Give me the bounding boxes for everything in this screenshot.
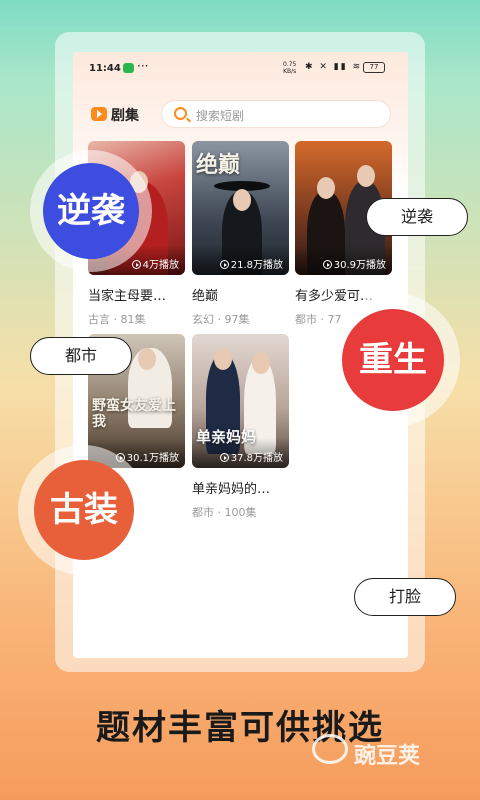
play-count-value: 4万播放: [142, 260, 179, 271]
watermark-logo-icon: [312, 734, 348, 764]
drama-genre: 都市: [295, 313, 317, 326]
battery-icon: 77: [363, 62, 385, 73]
play-icon: [131, 260, 141, 269]
search-placeholder: 搜索短剧: [196, 109, 245, 123]
play-icon: [322, 260, 332, 269]
play-count: 30.9万播放: [322, 256, 386, 271]
search-bar[interactable]: 搜索短剧: [161, 100, 391, 128]
play-count: 21.8万播放: [219, 256, 283, 271]
drama-meta: 古言 · 81集: [88, 313, 146, 326]
status-icons: ✱ ✕ ▮▮ ≋: [305, 62, 363, 72]
play-count: 37.8万播放: [219, 449, 283, 464]
network-speed-value: 0.75: [283, 61, 297, 68]
poster-face: [252, 352, 270, 374]
page: { "status": { "time": "11:44", "dots": "…: [0, 0, 480, 800]
genre-bubble-nixi[interactable]: 逆袭: [43, 163, 139, 259]
chat-icon: [123, 63, 134, 73]
drama-genre: 都市: [192, 506, 214, 519]
more-dots: ···: [137, 59, 149, 73]
drama-genre: 玄幻: [192, 313, 214, 326]
drama-meta: 都市 · 100集: [192, 506, 257, 519]
play-count: 4万播放: [131, 256, 179, 271]
genre-pill-dalian[interactable]: 打脸: [354, 578, 456, 616]
drama-card[interactable]: 绝巅 21.8万播放 绝巅 玄幻 · 97集: [192, 141, 289, 327]
drama-title: 当家主母要…: [88, 289, 167, 304]
poster-face: [357, 165, 375, 187]
search-icon: [174, 107, 187, 120]
poster-face: [214, 348, 232, 370]
genre-pill-nixi[interactable]: 逆袭: [366, 198, 468, 236]
drama-poster[interactable]: 单亲妈妈 37.8万播放: [192, 334, 289, 468]
genre-bubble-guzhuang[interactable]: 古装: [34, 460, 134, 560]
status-time: 11:44: [89, 63, 121, 74]
status-bar: 11:44 ··· 0.75 KB/s ✱ ✕ ▮▮ ≋ 77: [73, 52, 408, 86]
drama-poster[interactable]: 绝巅 21.8万播放: [192, 141, 289, 275]
poster-face: [317, 177, 335, 199]
network-speed: 0.75 KB/s: [283, 61, 296, 75]
play-count-value: 37.8万播放: [230, 453, 283, 464]
tv-icon: [91, 107, 107, 121]
play-count-value: 30.9万播放: [333, 260, 386, 271]
poster-face: [233, 189, 251, 211]
poster-title: 野蛮女友爱上我: [92, 398, 176, 430]
drama-title: 绝巅: [192, 289, 219, 304]
network-speed-unit: KB/s: [283, 68, 297, 75]
poster-title: 绝巅: [196, 152, 241, 178]
play-icon: [219, 453, 229, 462]
watermark: 豌豆荚: [312, 730, 472, 770]
play-icon: [219, 260, 229, 269]
drama-episodes: 81集: [120, 313, 146, 326]
genre-bubble-chongsheng[interactable]: 重生: [342, 309, 444, 411]
watermark-text: 豌豆荚: [354, 744, 421, 769]
drama-episodes: 97集: [224, 313, 250, 326]
drama-card[interactable]: 单亲妈妈 37.8万播放 单亲妈妈的… 都市 · 100集: [192, 334, 289, 520]
play-count-value: 30.1万播放: [126, 453, 179, 464]
genre-pill-dushi[interactable]: 都市: [30, 337, 132, 375]
play-count-value: 21.8万播放: [230, 260, 283, 271]
drama-episodes: 100集: [224, 506, 257, 519]
drama-genre: 古言: [88, 313, 110, 326]
poster-face: [138, 348, 156, 370]
drama-meta: 玄幻 · 97集: [192, 313, 250, 326]
drama-title: 单亲妈妈的…: [192, 482, 271, 497]
tab-series[interactable]: 剧集: [111, 105, 139, 125]
